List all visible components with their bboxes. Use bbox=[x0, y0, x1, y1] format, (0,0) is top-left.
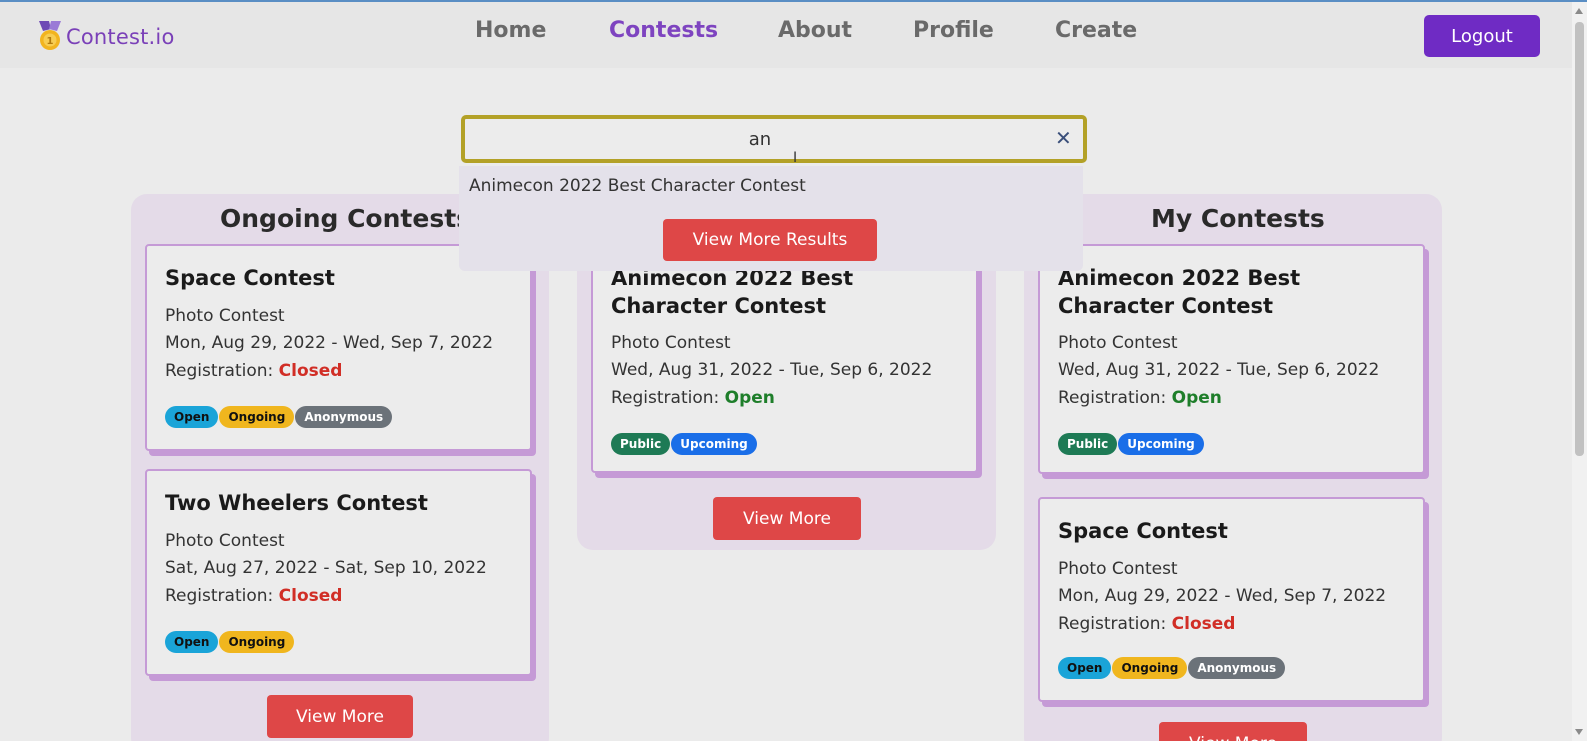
ongoing-view-more-button[interactable]: View More bbox=[267, 695, 413, 738]
badge-anonymous: Anonymous bbox=[295, 406, 393, 428]
registration-status: Closed bbox=[278, 586, 343, 606]
badge-group: Open Ongoing Anonymous bbox=[165, 406, 393, 428]
card-dates: Mon, Aug 29, 2022 - Wed, Sep 7, 2022 bbox=[165, 333, 494, 353]
badge-ongoing: Ongoing bbox=[219, 631, 295, 653]
registration-label: Registration: bbox=[1058, 614, 1172, 634]
nav-home[interactable]: Home bbox=[475, 18, 546, 43]
contest-card[interactable]: Space Contest Photo Contest Mon, Aug 29,… bbox=[1038, 497, 1425, 702]
registration-label: Registration: bbox=[165, 586, 279, 606]
my-contests-title: My Contests bbox=[1151, 204, 1325, 233]
nav-about[interactable]: About bbox=[778, 18, 852, 43]
scroll-down-icon[interactable] bbox=[1575, 729, 1583, 735]
search-results-dropdown: Animecon 2022 Best Character Contest Vie… bbox=[459, 166, 1083, 271]
ongoing-contests-title: Ongoing Contests bbox=[220, 204, 472, 233]
card-registration: Registration: Open bbox=[611, 388, 775, 408]
badge-open: Open bbox=[165, 631, 219, 653]
card-registration: Registration: Closed bbox=[165, 361, 342, 381]
contest-card[interactable]: Two Wheelers Contest Photo Contest Sat, … bbox=[145, 469, 532, 676]
card-type: Photo Contest bbox=[611, 333, 731, 353]
card-title: Space Contest bbox=[165, 266, 335, 290]
brand[interactable]: 1 Contest.io bbox=[37, 21, 175, 53]
scroll-up-icon[interactable] bbox=[1575, 8, 1583, 14]
registration-status: Open bbox=[1171, 388, 1222, 408]
badge-group: Public Upcoming bbox=[1058, 433, 1205, 455]
card-dates: Mon, Aug 29, 2022 - Wed, Sep 7, 2022 bbox=[1058, 586, 1387, 606]
registration-label: Registration: bbox=[165, 361, 279, 381]
text-cursor-icon: I bbox=[793, 150, 798, 166]
card-type: Photo Contest bbox=[1058, 559, 1178, 579]
page-scrollbar[interactable] bbox=[1572, 2, 1587, 741]
navbar: 1 Contest.io Home Contests About Profile… bbox=[0, 2, 1572, 68]
card-dates: Sat, Aug 27, 2022 - Sat, Sep 10, 2022 bbox=[165, 558, 487, 578]
badge-open: Open bbox=[165, 406, 219, 428]
logout-button[interactable]: Logout bbox=[1424, 15, 1540, 57]
badge-group: Public Upcoming bbox=[611, 433, 758, 455]
badge-group: Open Ongoing Anonymous bbox=[1058, 657, 1286, 679]
card-registration: Registration: Closed bbox=[1058, 614, 1235, 634]
medal-icon: 1 bbox=[39, 21, 61, 50]
contest-card[interactable]: Animecon 2022 Best Character Contest Pho… bbox=[591, 244, 978, 473]
card-dates: Wed, Aug 31, 2022 - Tue, Sep 6, 2022 bbox=[611, 360, 933, 380]
svg-text:1: 1 bbox=[47, 36, 54, 47]
badge-public: Public bbox=[1058, 433, 1118, 455]
brand-name: Contest.io bbox=[66, 25, 175, 49]
card-type: Photo Contest bbox=[1058, 333, 1178, 353]
badge-public: Public bbox=[611, 433, 671, 455]
badge-anonymous: Anonymous bbox=[1188, 657, 1286, 679]
close-icon[interactable]: ✕ bbox=[1055, 127, 1072, 149]
contest-card[interactable]: Animecon 2022 Best Character Contest Pho… bbox=[1038, 244, 1425, 474]
card-title: Space Contest bbox=[1058, 519, 1228, 543]
card-title: Animecon 2022 Best Character Contest bbox=[611, 266, 854, 318]
card-type: Photo Contest bbox=[165, 531, 285, 551]
registration-label: Registration: bbox=[1058, 388, 1172, 408]
upcoming-view-more-button[interactable]: View More bbox=[713, 497, 861, 540]
search-result-item[interactable]: Animecon 2022 Best Character Contest bbox=[469, 176, 806, 196]
card-registration: Registration: Closed bbox=[165, 586, 342, 606]
card-registration: Registration: Open bbox=[1058, 388, 1222, 408]
badge-upcoming: Upcoming bbox=[671, 433, 757, 455]
search-input[interactable] bbox=[465, 119, 1025, 159]
nav-create[interactable]: Create bbox=[1055, 18, 1137, 43]
view-more-results-button[interactable]: View More Results bbox=[663, 219, 877, 261]
card-type: Photo Contest bbox=[165, 306, 285, 326]
card-title: Animecon 2022 Best Character Contest bbox=[1058, 266, 1301, 318]
badge-upcoming: Upcoming bbox=[1118, 433, 1204, 455]
ongoing-contests-panel: Ongoing Contests Space Contest Photo Con… bbox=[131, 194, 549, 741]
badge-group: Open Ongoing bbox=[165, 631, 295, 653]
search-box: ✕ bbox=[461, 115, 1087, 163]
registration-status: Closed bbox=[1171, 614, 1236, 634]
badge-open: Open bbox=[1058, 657, 1112, 679]
card-title: Two Wheelers Contest bbox=[165, 491, 428, 515]
badge-ongoing: Ongoing bbox=[219, 406, 295, 428]
contest-card[interactable]: Space Contest Photo Contest Mon, Aug 29,… bbox=[145, 244, 532, 451]
nav-profile[interactable]: Profile bbox=[913, 18, 994, 43]
my-contests-view-more-button[interactable]: View More bbox=[1159, 722, 1307, 741]
badge-ongoing: Ongoing bbox=[1112, 657, 1188, 679]
registration-status: Open bbox=[724, 388, 775, 408]
my-contests-panel: My Contests Animecon 2022 Best Character… bbox=[1024, 194, 1442, 741]
registration-label: Registration: bbox=[611, 388, 725, 408]
card-dates: Wed, Aug 31, 2022 - Tue, Sep 6, 2022 bbox=[1058, 360, 1380, 380]
nav-contests[interactable]: Contests bbox=[609, 18, 718, 43]
registration-status: Closed bbox=[278, 361, 343, 381]
scrollbar-thumb[interactable] bbox=[1575, 22, 1584, 456]
